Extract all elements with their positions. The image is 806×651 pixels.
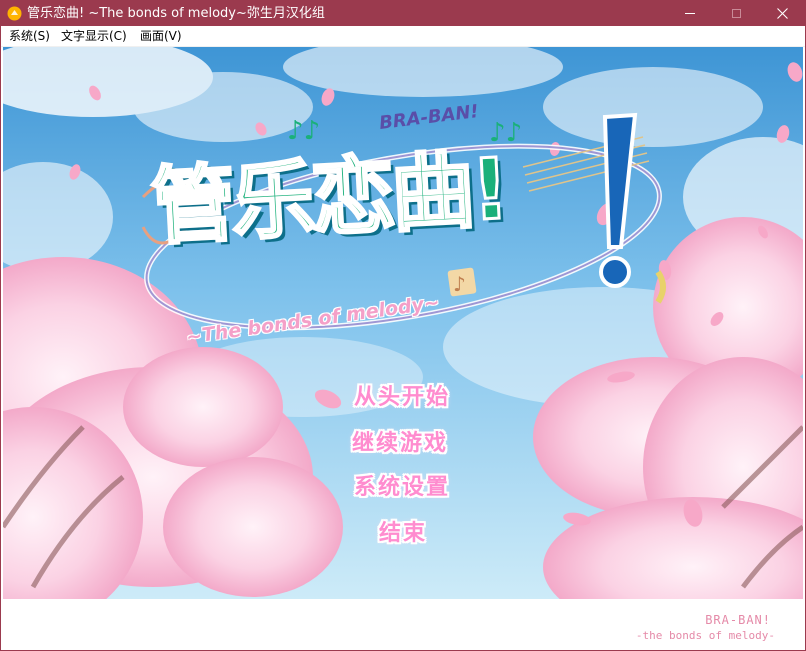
minimize-icon xyxy=(685,13,695,14)
footer-brand: BRA-BAN! xyxy=(705,613,771,627)
maximize-icon xyxy=(731,9,741,18)
maximize-button[interactable] xyxy=(713,1,759,26)
game-screen[interactable]: ♪♪ ♪♪ ♪ BRA-BAN! 管乐恋曲! ~The bonds of mel… xyxy=(3,47,803,599)
title-menu: 从头开始 继续游戏 系统设置 结束 xyxy=(3,47,803,599)
title-bar[interactable]: 管乐恋曲! ~The bonds of melody~弥生月汉化组 xyxy=(1,1,805,26)
menu-system[interactable]: 系统(S) xyxy=(9,28,50,44)
close-icon xyxy=(776,8,788,19)
close-button[interactable] xyxy=(759,1,805,26)
minimize-button[interactable] xyxy=(667,1,713,26)
window-title: 管乐恋曲! ~The bonds of melody~弥生月汉化组 xyxy=(27,6,325,21)
menu-screen[interactable]: 画面(V) xyxy=(140,28,182,44)
new-game-button[interactable]: 从头开始 xyxy=(354,379,450,411)
footer-area: BRA-BAN! -the bonds of melody- xyxy=(3,599,803,650)
orange-circle-icon xyxy=(7,6,22,21)
settings-button[interactable]: 系统设置 xyxy=(354,469,450,501)
continue-button[interactable]: 继续游戏 xyxy=(352,425,448,457)
quit-button[interactable]: 结束 xyxy=(379,515,427,547)
game-window: 管乐恋曲! ~The bonds of melody~弥生月汉化组 系统(S) … xyxy=(0,0,806,651)
menu-text-display[interactable]: 文字显示(C) xyxy=(61,28,127,44)
menu-bar: 系统(S) 文字显示(C) 画面(V) xyxy=(1,26,805,47)
footer-subtitle: -the bonds of melody- xyxy=(635,629,775,642)
